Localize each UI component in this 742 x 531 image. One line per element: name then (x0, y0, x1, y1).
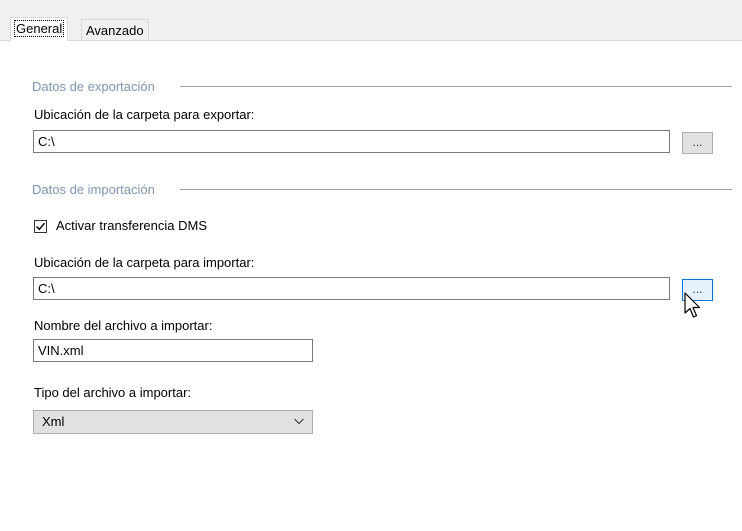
export-browse-button[interactable]: ... (682, 132, 713, 154)
export-group-rule (180, 86, 732, 87)
checkmark-icon (36, 222, 46, 231)
export-folder-input[interactable]: C:\ (33, 130, 670, 153)
tab-page-general: Datos de exportación Ubicación de la car… (0, 41, 742, 531)
file-type-label: Tipo del archivo a importar: (34, 385, 192, 400)
import-group-rule (180, 189, 732, 190)
export-folder-label: Ubicación de la carpeta para exportar: (34, 107, 255, 122)
mouse-pointer-icon (684, 292, 701, 318)
file-name-input[interactable]: VIN.xml (33, 339, 313, 362)
import-group-header: Datos de importación (32, 181, 155, 197)
export-group-header: Datos de exportación (32, 78, 155, 94)
file-type-selected-value: Xml (42, 414, 65, 429)
import-folder-label: Ubicación de la carpeta para importar: (34, 255, 255, 270)
activate-dms-checkbox[interactable] (34, 220, 47, 233)
chevron-down-icon (294, 418, 304, 425)
file-type-select[interactable]: Xml (33, 410, 313, 434)
import-folder-input[interactable]: C:\ (33, 277, 670, 300)
tab-avanzado[interactable]: Avanzado (81, 19, 149, 41)
tab-avanzado-label: Avanzado (86, 23, 144, 38)
tab-general-label: General (13, 20, 65, 37)
activate-dms-label[interactable]: Activar transferencia DMS (56, 218, 207, 233)
tab-general[interactable]: General (10, 17, 69, 42)
file-name-label: Nombre del archivo a importar: (34, 318, 213, 333)
